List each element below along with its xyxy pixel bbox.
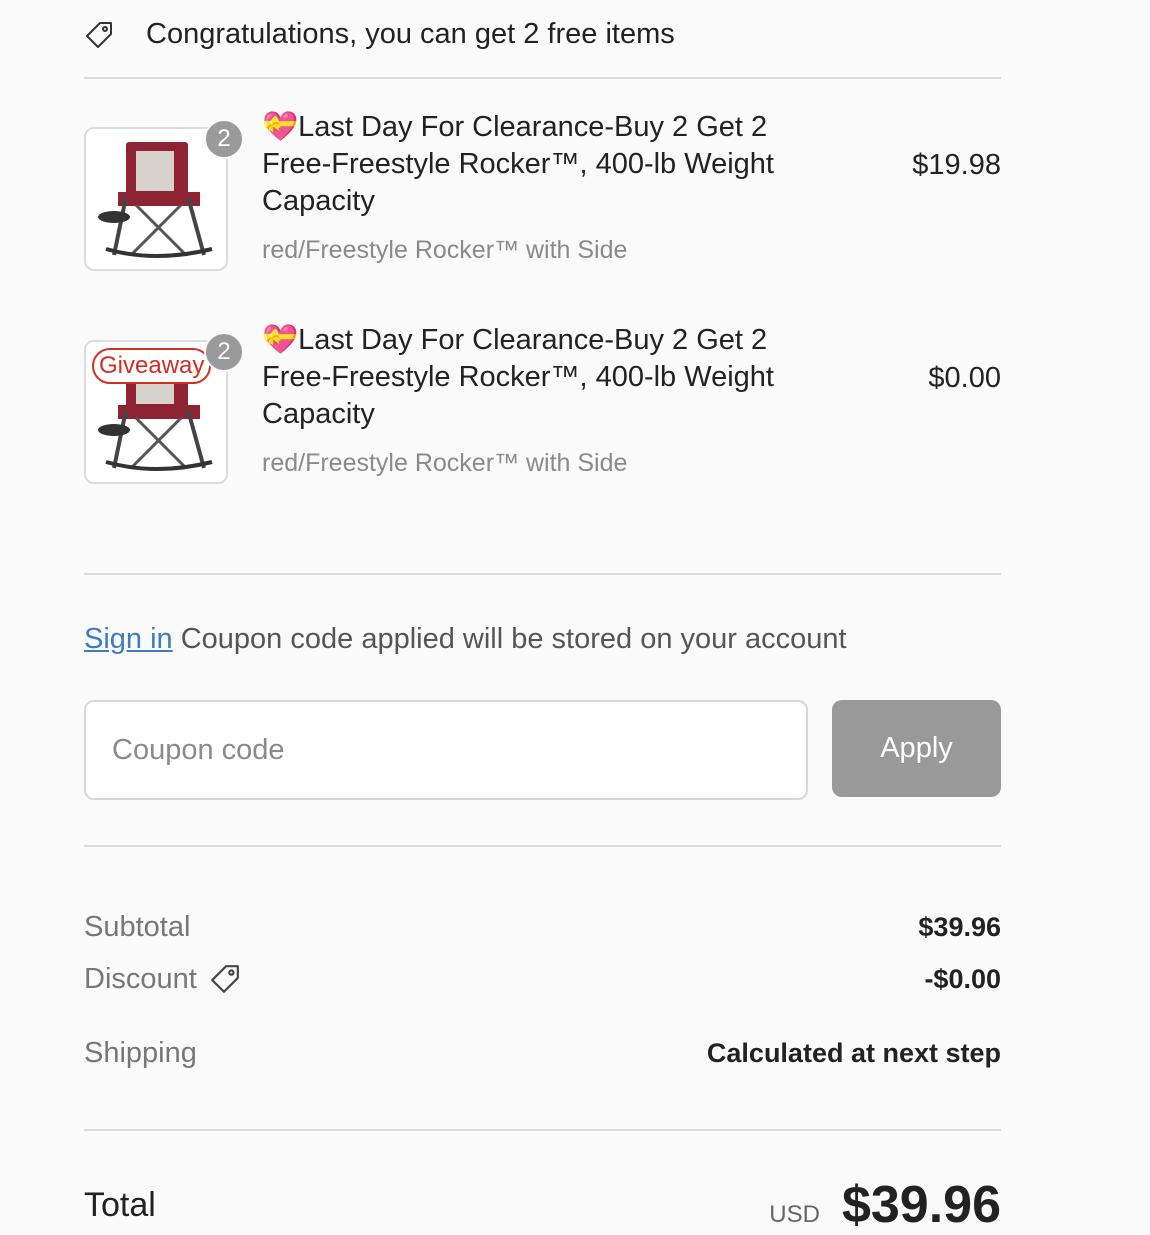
free-items-banner: Congratulations, you can get 2 free item… — [84, 0, 1001, 79]
item-price: $19.98 — [912, 149, 1001, 181]
total-value: USD $39.96 — [769, 1175, 1001, 1235]
giveaway-badge: Giveaway — [92, 348, 212, 384]
shipping-label: Shipping — [84, 1036, 197, 1069]
item-variant: red/Freestyle Rocker™ with Side — [262, 236, 628, 264]
cart-items: 2 💝Last Day For Clearance-Buy 2 Get 2 Fr… — [84, 109, 1001, 575]
subtotal-row: Subtotal $39.96 — [84, 907, 1001, 947]
product-thumbnail[interactable]: Giveaway 2 — [84, 332, 244, 484]
quantity-badge: 2 — [204, 332, 244, 372]
cart-item: Giveaway 2 💝Last Day For Clearance-Buy 2… — [84, 322, 1001, 535]
cart-item: 2 💝Last Day For Clearance-Buy 2 Get 2 Fr… — [84, 109, 1001, 322]
discount-label-group: Discount — [84, 963, 241, 996]
total-row: Total USD $39.96 — [84, 1175, 1001, 1235]
item-price: $0.00 — [928, 362, 1001, 394]
signin-link[interactable]: Sign in — [84, 623, 173, 655]
chair-image — [98, 142, 213, 258]
banner-text: Congratulations, you can get 2 free item… — [146, 18, 675, 50]
coupon-form: Apply — [84, 700, 1001, 800]
item-info: 💝Last Day For Clearance-Buy 2 Get 2 Free… — [262, 109, 832, 322]
divider — [84, 1129, 1001, 1131]
quantity-badge: 2 — [204, 119, 244, 159]
total-label: Total — [84, 1185, 156, 1224]
discount-label: Discount — [84, 962, 197, 995]
shipping-value: Calculated at next step — [706, 1037, 1001, 1068]
item-title: 💝Last Day For Clearance-Buy 2 Get 2 Free… — [262, 324, 774, 430]
shipping-row: Shipping Calculated at next step — [84, 1033, 1001, 1073]
product-thumbnail[interactable]: 2 — [84, 119, 244, 271]
coupon-input[interactable] — [84, 700, 808, 800]
apply-button[interactable]: Apply — [832, 700, 1001, 797]
discount-value: -$0.00 — [924, 963, 1001, 994]
item-info: 💝Last Day For Clearance-Buy 2 Get 2 Free… — [262, 322, 832, 535]
discount-row: Discount -$0.00 — [84, 959, 1001, 999]
subtotal-label: Subtotal — [84, 910, 191, 943]
item-title: 💝Last Day For Clearance-Buy 2 Get 2 Free… — [262, 111, 774, 217]
total-amount: $39.96 — [841, 1176, 1001, 1234]
currency-code: USD — [769, 1201, 820, 1228]
order-summary: Congratulations, you can get 2 free item… — [84, 0, 1001, 1235]
signin-notice-text: Coupon code applied will be stored on yo… — [172, 623, 847, 655]
subtotal-value: $39.96 — [918, 911, 1001, 942]
signin-notice: Sign in Coupon code applied will be stor… — [84, 623, 1001, 656]
item-variant: red/Freestyle Rocker™ with Side — [262, 449, 628, 477]
cost-summary: Subtotal $39.96 Discount -$0.00 Shipping… — [84, 847, 1001, 1073]
tag-icon — [86, 21, 112, 48]
tag-icon — [210, 965, 239, 993]
